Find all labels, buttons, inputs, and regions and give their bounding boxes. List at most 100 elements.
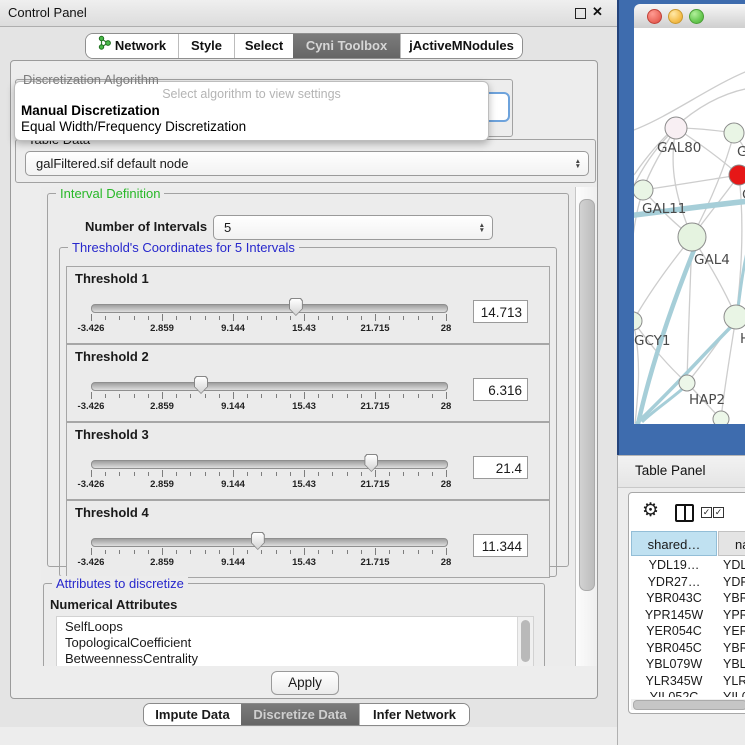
network-node[interactable] — [665, 117, 687, 139]
table-row[interactable]: YDR27…YDR2 — [631, 574, 745, 591]
cyni-bottom-tabbar: Impute DataDiscretize DataInfer Network — [143, 703, 470, 726]
threshold-slider-track[interactable] — [91, 538, 448, 547]
table-row[interactable]: YBL079WYBL0 — [631, 656, 745, 673]
network-canvas[interactable]: GAL80GACGAL11GAL4GCY1HHAP2 — [634, 28, 745, 424]
network-edge-highlighted[interactable] — [642, 385, 687, 422]
network-edge[interactable] — [634, 321, 687, 383]
table-cell-shared-name: YDR27… — [631, 574, 717, 591]
network-node[interactable] — [678, 223, 706, 251]
network-node[interactable] — [724, 305, 745, 329]
threshold-slider-thumb[interactable] — [364, 454, 378, 472]
control-panel-tabbar: NetworkStyle Select Cyni ToolboxjActiveMNo… — [85, 33, 523, 59]
minimize-traffic-light-icon[interactable] — [668, 9, 683, 24]
close-traffic-light-icon[interactable] — [647, 9, 662, 24]
threshold-value-field[interactable]: 21.4 — [473, 456, 528, 479]
table-horizontal-scrollbar[interactable] — [631, 699, 745, 710]
tab-label: Select — [245, 34, 283, 58]
tab-jactivemnodules[interactable]: jActiveMNodules — [400, 34, 522, 58]
tab-style[interactable]: Style — [178, 34, 234, 58]
dropdown-option[interactable]: Equal Width/Frequency Discretization — [21, 119, 246, 134]
network-edge[interactable] — [634, 70, 745, 130]
dropdown-option[interactable]: Manual Discretization — [21, 103, 160, 118]
attribute-list-item[interactable]: TopologicalCoefficient — [57, 635, 533, 651]
table-row[interactable]: YLR345WYLR3 — [631, 673, 745, 690]
slider-tick-mark — [318, 394, 319, 398]
columns-icon[interactable] — [675, 504, 694, 522]
table-row[interactable]: YDL19…YDL1 — [631, 557, 745, 574]
tab-network[interactable]: Network — [86, 34, 178, 58]
slider-tick-label: 2.859 — [150, 479, 174, 490]
bottom-tab-discretize-data[interactable]: Discretize Data — [241, 704, 359, 725]
slider-tick-mark — [276, 394, 277, 398]
tab-cyni-toolbox[interactable]: Cyni Toolbox — [293, 34, 400, 58]
network-node[interactable] — [679, 375, 695, 391]
network-edge[interactable] — [643, 175, 739, 190]
gear-icon[interactable]: ⚙ — [642, 499, 659, 522]
column-header-shared-name[interactable]: shared… — [631, 531, 717, 556]
slider-tick-mark — [418, 472, 419, 476]
slider-tick-mark — [375, 314, 376, 321]
attribute-list-item[interactable]: BetweennessCentrality — [57, 651, 533, 666]
slider-tick-mark — [162, 392, 163, 399]
bottom-tab-impute-data[interactable]: Impute Data — [144, 704, 241, 725]
table-hscrollbar-thumb[interactable] — [633, 700, 745, 710]
checkbox-icon[interactable]: ✓ — [713, 507, 724, 518]
threshold-label: Threshold 1 — [75, 271, 149, 286]
dropdown-hint: Select algorithm to view settings — [15, 87, 488, 101]
table-row[interactable]: YER054CYER0 — [631, 623, 745, 640]
tab-select[interactable]: Select — [234, 34, 293, 58]
threshold-3-box: Threshold 3-3.4262.8599.14415.4321.71528… — [66, 422, 550, 500]
network-node[interactable] — [634, 312, 642, 330]
slider-tick-label: 28 — [441, 557, 452, 568]
threshold-slider-thumb[interactable] — [194, 376, 208, 394]
table-row[interactable]: YBR043CYBR0 — [631, 590, 745, 607]
zoom-traffic-light-icon[interactable] — [689, 9, 704, 24]
checkbox-icon[interactable]: ✓ — [701, 507, 712, 518]
network-node-label: H — [740, 331, 745, 347]
network-node[interactable] — [634, 180, 653, 200]
slider-tick-mark — [205, 316, 206, 320]
numerical-attributes-list[interactable]: SelfLoopsTopologicalCoefficientBetweenne… — [56, 616, 534, 666]
threshold-slider-thumb[interactable] — [289, 298, 303, 316]
table-cell-name: YDL1 — [723, 557, 745, 574]
attributes-scrollbar-thumb[interactable] — [521, 620, 530, 662]
number-of-intervals-combobox[interactable]: 5 ▲▼ — [213, 215, 493, 240]
network-node[interactable] — [724, 123, 744, 143]
threshold-value-field[interactable]: 14.713 — [473, 300, 528, 323]
network-node[interactable] — [729, 165, 745, 185]
slider-tick-mark — [105, 394, 106, 398]
threshold-slider-thumb[interactable] — [251, 532, 265, 550]
main-vertical-scrollbar[interactable] — [575, 187, 597, 666]
table-row[interactable]: YPR145WYPR1 — [631, 607, 745, 624]
bottom-tab-infer-network[interactable]: Infer Network — [359, 704, 469, 725]
threshold-slider-track[interactable] — [91, 304, 448, 313]
slider-tick-mark — [190, 394, 191, 398]
slider-tick-mark — [261, 316, 262, 320]
attribute-list-item[interactable]: SelfLoops — [57, 619, 533, 635]
apply-button[interactable]: Apply — [271, 671, 339, 695]
main-scrollbar-thumb[interactable] — [579, 199, 595, 591]
close-icon[interactable]: ✕ — [592, 4, 603, 20]
slider-tick-mark — [134, 472, 135, 476]
slider-tick-mark — [176, 472, 177, 476]
slider-tick-label: 9.144 — [221, 401, 245, 412]
number-of-intervals-value: 5 — [224, 216, 231, 239]
table-row[interactable]: YIL052CYIL0 — [631, 689, 745, 697]
threshold-slider-track[interactable] — [91, 382, 448, 391]
threshold-value-field[interactable]: 11.344 — [473, 534, 528, 557]
slider-tick-mark — [119, 550, 120, 554]
threshold-value-field[interactable]: 6.316 — [473, 378, 528, 401]
float-window-icon[interactable] — [575, 8, 586, 19]
network-node[interactable] — [713, 411, 729, 424]
attributes-list-scrollbar[interactable] — [517, 617, 533, 666]
column-header-name[interactable]: name — [718, 531, 745, 556]
slider-tick-label: 2.859 — [150, 323, 174, 334]
slider-tick-label: -3.426 — [78, 323, 105, 334]
slider-tick-mark — [148, 316, 149, 320]
threshold-1-box: Threshold 1-3.4262.8599.14415.4321.71528… — [66, 266, 550, 344]
table-row[interactable]: YBR045CYBR0 — [631, 640, 745, 657]
threshold-slider-track[interactable] — [91, 460, 448, 469]
slider-tick-mark — [190, 472, 191, 476]
table-data-combobox[interactable]: galFiltered.sif default node ▲▼ — [25, 151, 589, 176]
table-cell-shared-name: YPR145W — [631, 607, 717, 624]
